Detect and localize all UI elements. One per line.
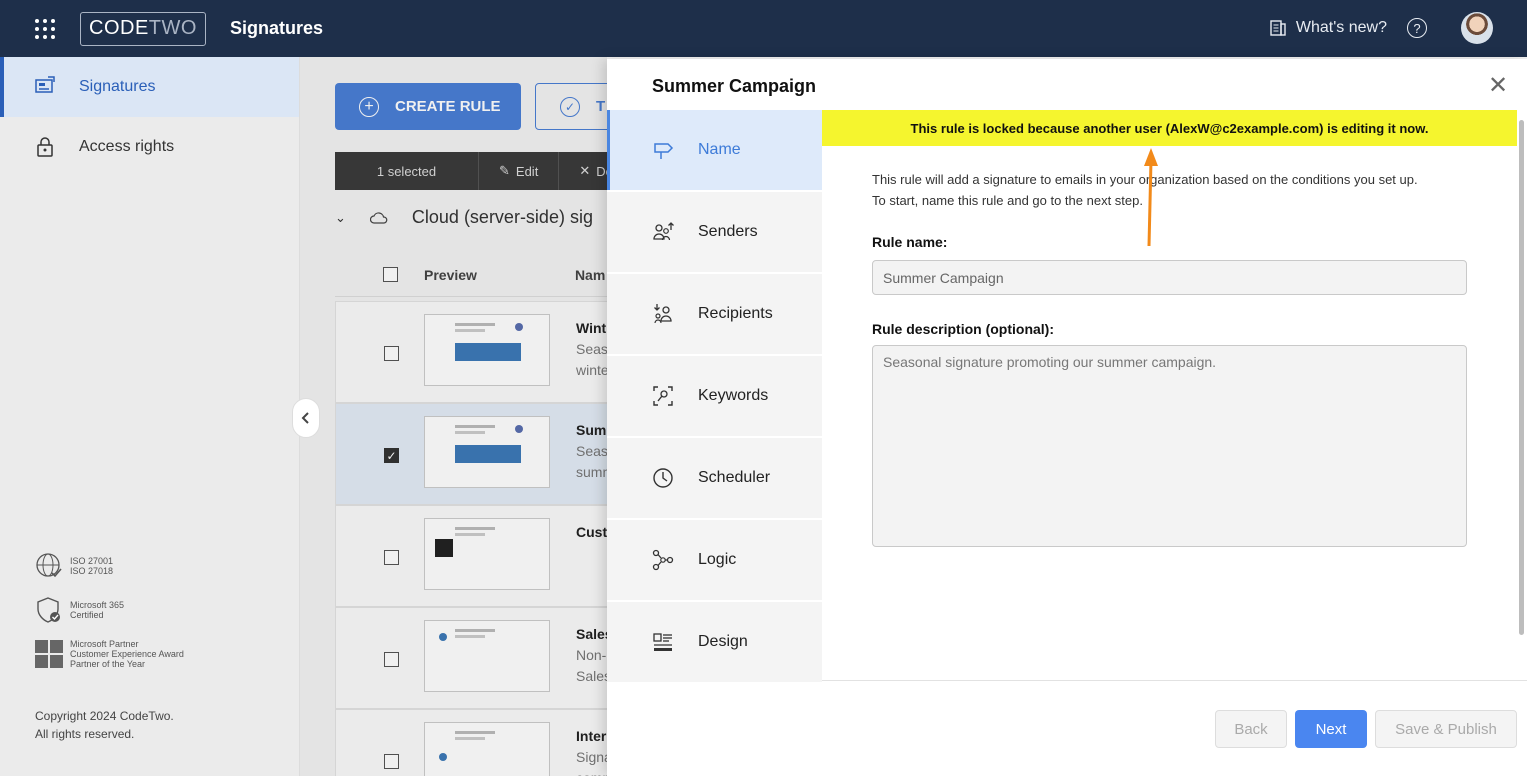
rule-description-textarea[interactable]: Seasonal signature promoting our summer …	[872, 345, 1467, 547]
partner-badge: Microsoft Partner Customer Experience Awa…	[34, 639, 184, 669]
panel-scrollbar[interactable]	[1517, 110, 1525, 680]
sidebar-item-label: Signatures	[79, 78, 156, 95]
back-button[interactable]: Back	[1215, 710, 1287, 748]
sidebar-item-access-rights[interactable]: Access rights	[0, 117, 299, 177]
m365-badge: Microsoft 365 Certified	[34, 595, 184, 625]
whats-new-label: What's new?	[1295, 19, 1387, 36]
whats-new-button[interactable]: What's new?	[1269, 19, 1387, 37]
footer-divider	[822, 680, 1527, 681]
overlay-dim	[300, 57, 607, 776]
badge-line: Partner of the Year	[70, 659, 146, 669]
senders-icon	[652, 221, 674, 243]
help-icon[interactable]: ?	[1407, 18, 1427, 38]
intro-text: This rule will add a signature to emails…	[872, 169, 1472, 211]
rules-main: + CREATE RULE ✓ T 1 selected ✎Edit ✕De ⌄…	[300, 57, 607, 776]
step-label: Logic	[698, 551, 737, 568]
signatures-icon	[34, 76, 56, 98]
signpost-icon	[652, 139, 674, 161]
badge-line: Customer Experience Award	[70, 649, 184, 659]
globe-check-icon	[34, 551, 64, 581]
step-label: Name	[698, 141, 741, 158]
clock-icon	[652, 467, 674, 489]
chevron-left-icon	[301, 412, 309, 424]
locked-warning-banner: This rule is locked because another user…	[822, 110, 1517, 146]
next-button[interactable]: Next	[1295, 710, 1367, 748]
step-senders[interactable]: Senders	[607, 192, 822, 272]
badge-line: Microsoft 365	[70, 600, 125, 610]
app-launcher-icon[interactable]	[35, 18, 55, 39]
badge-line: ISO 27001	[70, 556, 114, 566]
recipients-icon	[652, 303, 674, 325]
rule-name-label: Rule name:	[872, 234, 948, 250]
step-design[interactable]: Design	[607, 602, 822, 682]
copyright: Copyright 2024 CodeTwo. All rights reser…	[35, 707, 174, 743]
annotation-arrow-icon	[1144, 148, 1158, 247]
scrollbar-thumb[interactable]	[1519, 120, 1524, 635]
iso-badge: ISO 27001 ISO 27018	[34, 551, 184, 581]
panel-footer: Back Next Save & Publish	[1215, 710, 1517, 748]
step-label: Senders	[698, 223, 758, 240]
collapse-sidebar-button[interactable]	[292, 398, 320, 438]
sidebar-item-label: Access rights	[79, 138, 175, 155]
step-logic[interactable]: Logic	[607, 520, 822, 600]
step-scheduler[interactable]: Scheduler	[607, 438, 822, 518]
sidebar: Signatures Access rights ISO 27001 ISO 27…	[0, 57, 300, 776]
sidebar-item-signatures[interactable]: Signatures	[0, 57, 299, 117]
shield-check-icon	[34, 595, 64, 625]
intro-line: To start, name this rule and go to the n…	[872, 193, 1143, 208]
rule-name-input[interactable]: Summer Campaign	[872, 260, 1467, 295]
logo-text-two: TWO	[148, 17, 197, 39]
badge-line: Microsoft Partner	[70, 639, 139, 649]
step-label: Design	[698, 633, 748, 650]
microsoft-logo-icon	[34, 639, 64, 669]
rule-description-label: Rule description (optional):	[872, 321, 1054, 337]
copyright-line: All rights reserved.	[35, 727, 135, 741]
step-recipients[interactable]: Recipients	[607, 274, 822, 354]
badge-line: ISO 27018	[70, 566, 114, 576]
user-avatar[interactable]	[1461, 12, 1493, 44]
top-bar: CODE TWO Signatures What's new? ?	[0, 0, 1527, 57]
keywords-icon	[652, 385, 674, 407]
codetwo-logo[interactable]: CODE TWO	[80, 11, 206, 46]
step-name[interactable]: Name	[607, 110, 822, 190]
badge-line: Certified	[70, 610, 104, 620]
step-label: Keywords	[698, 387, 769, 404]
save-publish-button[interactable]: Save & Publish	[1375, 710, 1517, 748]
panel-title: Summer Campaign	[652, 76, 817, 96]
step-label: Scheduler	[698, 469, 771, 486]
design-icon	[652, 631, 674, 653]
step-keywords[interactable]: Keywords	[607, 356, 822, 436]
top-right-actions: What's new? ?	[1269, 12, 1493, 44]
name-step-content: This rule will add a signature to emails…	[872, 169, 1472, 547]
copyright-line: Copyright 2024 CodeTwo.	[35, 709, 174, 723]
wizard-steps: Name Senders Recipients Keywords Schedul…	[607, 110, 822, 684]
lock-icon	[34, 136, 56, 158]
close-icon[interactable]: ✕	[1487, 74, 1509, 98]
app-title: Signatures	[229, 18, 323, 38]
step-label: Recipients	[698, 305, 773, 322]
news-icon	[1270, 20, 1286, 36]
logo-text-code: CODE	[89, 17, 149, 39]
intro-line: This rule will add a signature to emails…	[872, 172, 1418, 187]
certification-badges: ISO 27001 ISO 27018 Microsoft 365 Certifie…	[34, 551, 184, 683]
rule-editor-panel: Summer Campaign ✕ Name Senders Recipient…	[607, 59, 1527, 776]
logic-icon	[652, 549, 674, 571]
